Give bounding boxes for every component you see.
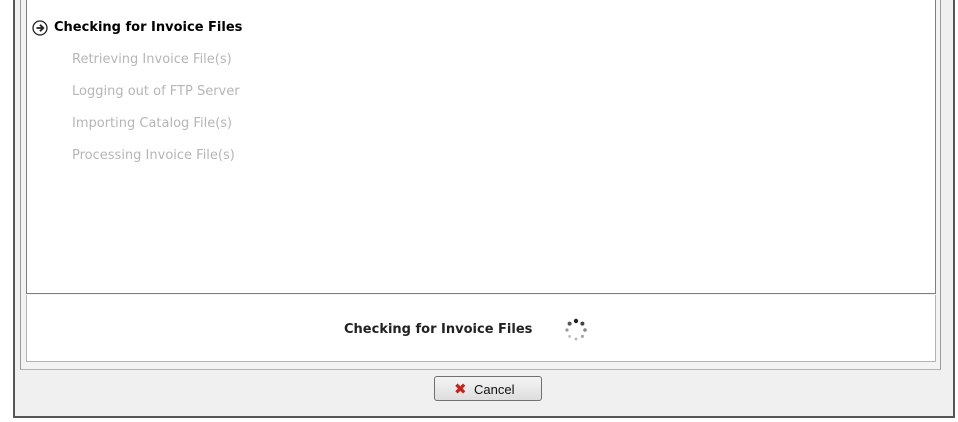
status-panel: Checking for Invoice Files: [26, 295, 936, 362]
cancel-button-label: Cancel: [474, 382, 515, 397]
status-text: Checking for Invoice Files: [344, 322, 533, 337]
step-checking-invoice-files: Checking for Invoice Files: [54, 20, 243, 35]
step-logging-out-ftp: Logging out of FTP Server: [72, 84, 240, 99]
step-processing-invoice-files: Processing Invoice File(s): [72, 148, 235, 163]
step-importing-catalog-files: Importing Catalog File(s): [72, 116, 233, 131]
loading-spinner-icon: [565, 318, 587, 341]
red-x-icon: ✖: [454, 380, 467, 398]
step-retrieving-invoice-files: Retrieving Invoice File(s): [72, 52, 232, 67]
cancel-button[interactable]: ✖ Cancel: [434, 376, 542, 401]
arrow-right-circle-icon: [32, 20, 48, 36]
steps-panel: Checking for Invoice Files Retrieving In…: [26, 0, 936, 294]
